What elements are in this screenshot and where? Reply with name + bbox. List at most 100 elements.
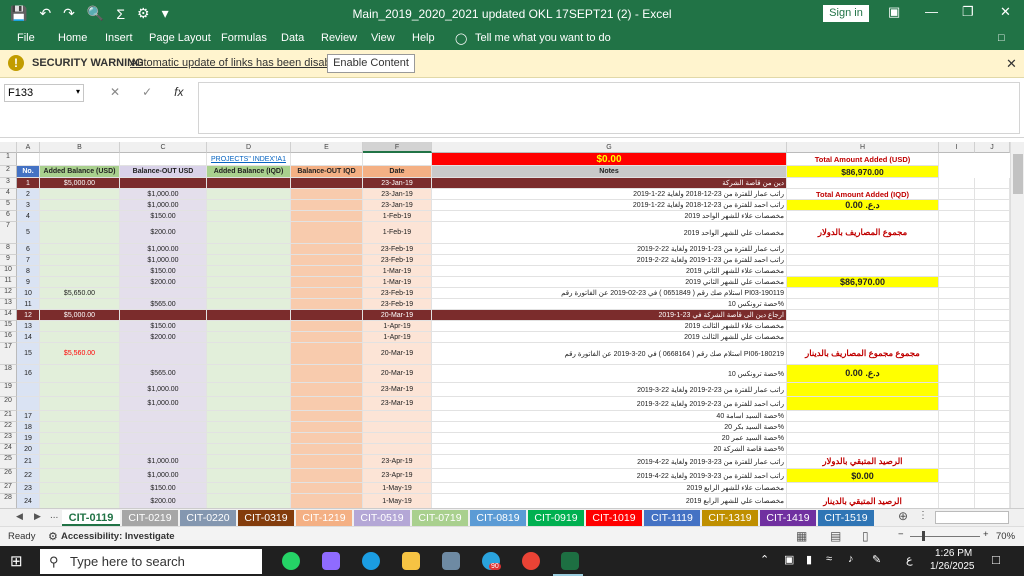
header-e[interactable]: Balance-OUT IQD	[291, 166, 363, 178]
cell-added-usd[interactable]	[40, 299, 120, 310]
cell-added-iqd[interactable]	[207, 211, 291, 222]
column-header-e[interactable]: E	[291, 142, 363, 153]
cell-no[interactable]: 20	[17, 444, 40, 455]
sheet-tab[interactable]: CIT-1119	[644, 510, 700, 526]
cell-added-iqd[interactable]	[207, 422, 291, 433]
tab-review[interactable]: Review	[321, 32, 357, 44]
cell-notes[interactable]: مخصصات علي للشهر الثالث 2019	[432, 332, 787, 343]
cell-added-usd[interactable]	[40, 266, 120, 277]
cell-added-usd[interactable]	[40, 255, 120, 266]
cell-date[interactable]: 1-May-19	[363, 494, 432, 508]
tray-overflow-icon[interactable]: ⌃	[760, 553, 769, 566]
cell-added-iqd[interactable]	[207, 266, 291, 277]
cell-out-usd[interactable]: $200.00	[120, 332, 207, 343]
cell-j[interactable]	[975, 444, 1010, 455]
cell-i[interactable]	[939, 444, 975, 455]
cell-added-usd[interactable]	[40, 189, 120, 200]
column-header-a[interactable]: A	[17, 142, 40, 153]
cell-added-usd[interactable]	[40, 244, 120, 255]
cell-notes[interactable]: راتب احمد للفترة من 23-12-2018 ولغاية 22…	[432, 200, 787, 211]
column-header-h[interactable]: H	[787, 142, 939, 153]
cell-out-iqd[interactable]	[291, 365, 363, 383]
cell-date[interactable]	[363, 422, 432, 433]
cell-i[interactable]	[939, 200, 975, 211]
wifi-icon[interactable]: ≈	[826, 553, 832, 565]
battery-icon[interactable]: ▮	[806, 553, 812, 566]
row-header[interactable]: 23	[0, 433, 17, 444]
security-warning-message[interactable]: Automatic update of links has been disab…	[130, 57, 345, 69]
row-header[interactable]: 16	[0, 332, 17, 343]
zoom-out-icon[interactable]: −	[898, 529, 904, 540]
cell-date[interactable]: 23-Mar-19	[363, 383, 432, 397]
cell-out-iqd[interactable]	[291, 321, 363, 332]
sheet-tab[interactable]: CIT-0119	[62, 510, 120, 526]
summary-cell[interactable]	[787, 178, 939, 189]
total-usd-value[interactable]: $86,970.00	[787, 166, 939, 178]
summary-cell[interactable]	[787, 433, 939, 444]
cell-date[interactable]: 23-Jan-19	[363, 189, 432, 200]
cell-added-usd[interactable]	[40, 469, 120, 483]
file-explorer-icon[interactable]	[402, 552, 420, 570]
cell-added-iqd[interactable]	[207, 365, 291, 383]
chrome-icon[interactable]	[522, 552, 540, 570]
cell-i[interactable]	[939, 483, 975, 494]
minimize-icon[interactable]: —	[925, 4, 938, 19]
cell-added-usd[interactable]	[40, 433, 120, 444]
scroll-tabs-right-icon[interactable]: ▶	[34, 511, 41, 522]
cell-out-usd[interactable]	[120, 422, 207, 433]
cell-out-iqd[interactable]	[291, 332, 363, 343]
cell-out-usd[interactable]: $200.00	[120, 222, 207, 244]
cell-added-usd[interactable]: $5,000.00	[40, 310, 120, 321]
cell-no[interactable]: 9	[17, 277, 40, 288]
row-header[interactable]: 14	[0, 310, 17, 321]
row-header[interactable]: 24	[0, 444, 17, 455]
row-header[interactable]: 8	[0, 244, 17, 255]
cell-added-usd[interactable]: $5,650.00	[40, 288, 120, 299]
row-header[interactable]: 1	[0, 153, 17, 166]
cell-out-iqd[interactable]	[291, 266, 363, 277]
cell-out-usd[interactable]: $150.00	[120, 266, 207, 277]
cell-i[interactable]	[939, 178, 975, 189]
cell-added-iqd[interactable]	[207, 411, 291, 422]
cell-out-iqd[interactable]	[291, 244, 363, 255]
total-usd-label[interactable]: Total Amount Added (USD)	[787, 153, 939, 166]
cell-no[interactable]: 17	[17, 411, 40, 422]
sheet-tab[interactable]: CIT-0919	[528, 510, 584, 526]
cell-j[interactable]	[975, 310, 1010, 321]
cell-i[interactable]	[939, 288, 975, 299]
row-header[interactable]: 6	[0, 211, 17, 222]
tab-home[interactable]: Home	[58, 32, 87, 44]
cell-i[interactable]	[939, 422, 975, 433]
cell-j[interactable]	[975, 332, 1010, 343]
cell-added-usd[interactable]	[40, 444, 120, 455]
network-icon[interactable]: ▣	[784, 553, 794, 566]
cell-no[interactable]: 7	[17, 255, 40, 266]
cell-out-usd[interactable]	[120, 411, 207, 422]
cell-added-iqd[interactable]	[207, 310, 291, 321]
cell-notes[interactable]: حصة قاصة الشركة 20%	[432, 444, 787, 455]
cell-i[interactable]	[939, 397, 975, 411]
vertical-scrollbar[interactable]	[1010, 142, 1024, 508]
row-header[interactable]: 18	[0, 365, 17, 383]
header-c[interactable]: Balance-OUT USD	[120, 166, 207, 178]
cell-added-iqd[interactable]	[207, 244, 291, 255]
cell-date[interactable]	[363, 411, 432, 422]
cell-i[interactable]	[939, 189, 975, 200]
cell-added-usd[interactable]	[40, 483, 120, 494]
cell-added-iqd[interactable]	[207, 222, 291, 244]
cell-j[interactable]	[975, 469, 1010, 483]
sheet-tab[interactable]: CIT-0319	[238, 510, 294, 526]
zoom-in-icon[interactable]: +	[983, 529, 989, 540]
summary-cell[interactable]: الرصيد المتبقي بالدينار	[787, 494, 939, 508]
cell-added-usd[interactable]	[40, 455, 120, 469]
header-b[interactable]: Added Balance (USD)	[40, 166, 120, 178]
cell-out-usd[interactable]: $565.00	[120, 299, 207, 310]
tab-help[interactable]: Help	[412, 32, 435, 44]
sheet-tab[interactable]: CIT-1219	[296, 510, 352, 526]
cell-no[interactable]: 23	[17, 483, 40, 494]
cell-j[interactable]	[975, 277, 1010, 288]
cell-notes[interactable]: حصة السيد بكر 20%	[432, 422, 787, 433]
row-header[interactable]: 11	[0, 277, 17, 288]
row-header[interactable]: 22	[0, 422, 17, 433]
column-header-c[interactable]: C	[120, 142, 207, 153]
